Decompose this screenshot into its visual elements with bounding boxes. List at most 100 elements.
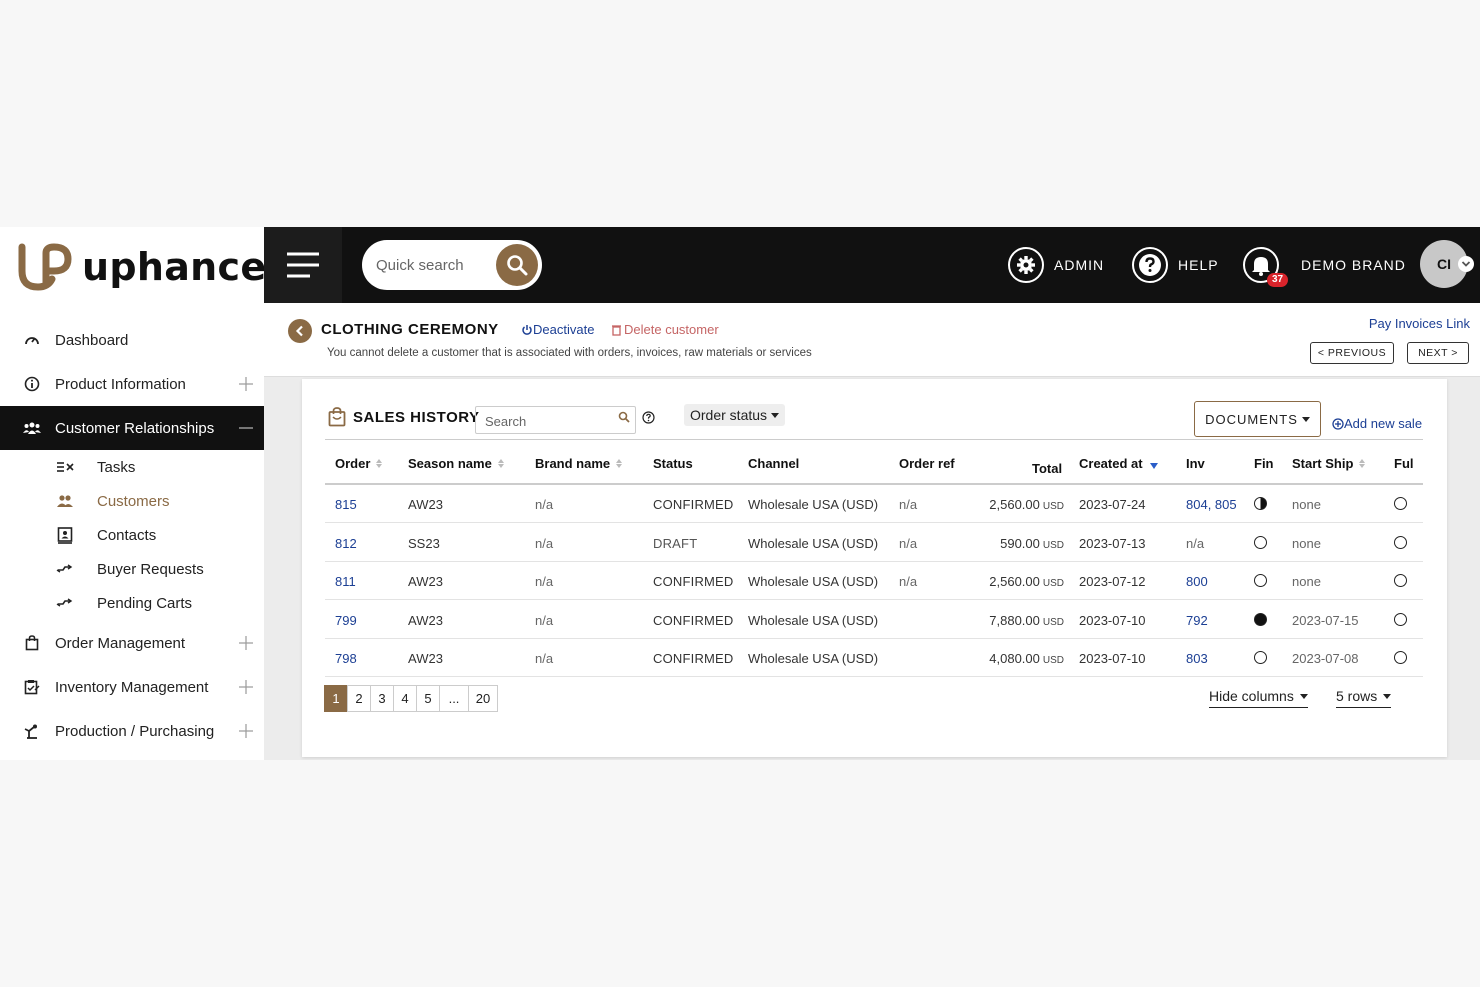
page-button[interactable]: 3 xyxy=(370,685,394,712)
carts-icon xyxy=(56,594,74,612)
notifications-link[interactable]: 37 DEMO BRAND xyxy=(1243,245,1406,287)
order-number-link[interactable]: 815 xyxy=(335,497,357,512)
status-cell: CONFIRMED xyxy=(653,651,734,666)
quick-search-button[interactable] xyxy=(496,244,538,286)
invoice-link[interactable]: 803 xyxy=(1186,651,1208,666)
documents-button[interactable]: DOCUMENTS xyxy=(1194,401,1321,437)
order-number-link[interactable]: 799 xyxy=(335,613,357,628)
page-button[interactable]: 1 xyxy=(324,685,348,712)
search-icon xyxy=(507,255,528,276)
rows-per-page-dropdown[interactable]: 5 rows xyxy=(1336,688,1392,708)
order-status-dropdown[interactable]: Order status xyxy=(684,404,786,426)
sidebar-subitem-tasks[interactable]: Tasks xyxy=(0,450,264,484)
expand-plus-icon[interactable] xyxy=(238,723,254,739)
total-amount: 2,560.00 xyxy=(989,497,1040,512)
chevron-down-icon[interactable] xyxy=(1458,256,1474,272)
brand-cell: n/a xyxy=(535,574,554,589)
sidebar-item-inventory-management[interactable]: Inventory Management xyxy=(0,665,264,709)
order-number-link[interactable]: 811 xyxy=(335,574,356,589)
sidebar-subitem-customers[interactable]: Customers xyxy=(0,484,264,518)
hamburger-icon xyxy=(287,252,319,278)
next-button[interactable]: NEXT > xyxy=(1407,342,1469,364)
sidebar-item-dashboard[interactable]: Dashboard xyxy=(0,318,264,362)
sidebar-item-customer-relationships[interactable]: Customer Relationships xyxy=(0,406,264,450)
sort-desc-icon xyxy=(1149,462,1158,469)
column-header-channel[interactable]: Channel xyxy=(748,456,799,471)
ful-empty-icon xyxy=(1394,574,1407,587)
hide-columns-dropdown[interactable]: Hide columns xyxy=(1209,688,1308,708)
question-circle-icon[interactable] xyxy=(642,411,655,424)
sidebar-item-order-management[interactable]: Order Management xyxy=(0,621,264,665)
column-header-start-ship[interactable]: Start Ship xyxy=(1292,456,1366,471)
avatar-initials: CI xyxy=(1437,256,1451,272)
invoice-link[interactable]: 800 xyxy=(1186,574,1208,589)
column-header-inv[interactable]: Inv xyxy=(1186,456,1205,471)
sidebar-subitem-pending-carts[interactable]: Pending Carts xyxy=(0,586,264,620)
order-number-link[interactable]: 812 xyxy=(335,536,357,551)
column-header-fin[interactable]: Fin xyxy=(1254,456,1274,471)
users-icon xyxy=(22,418,42,438)
uphance-logo-icon xyxy=(18,243,72,291)
column-header-brand[interactable]: Brand name xyxy=(535,456,623,471)
delete-customer-link[interactable]: Delete customer xyxy=(611,322,719,337)
page-button[interactable]: 4 xyxy=(393,685,417,712)
created-at-cell: 2023-07-12 xyxy=(1079,574,1146,589)
deactivate-link[interactable]: Deactivate xyxy=(521,322,594,337)
expand-plus-icon[interactable] xyxy=(238,376,254,392)
invoice-link[interactable]: 804, 805 xyxy=(1186,497,1237,512)
column-label: Fin xyxy=(1254,456,1274,471)
admin-link[interactable]: ADMIN xyxy=(1008,245,1104,285)
total-cell: 7,880.00 USD xyxy=(944,613,1064,628)
column-header-ful[interactable]: Ful xyxy=(1394,456,1414,471)
help-link[interactable]: HELP xyxy=(1132,245,1219,285)
column-header-order[interactable]: Order xyxy=(335,456,383,471)
table-row[interactable]: 811 AW23 n/a CONFIRMED Wholesale USA (USD) n/… xyxy=(325,562,1423,600)
previous-button[interactable]: < PREVIOUS xyxy=(1310,342,1394,364)
admin-label: ADMIN xyxy=(1054,257,1105,273)
currency-suffix: USD xyxy=(1042,501,1064,512)
expand-plus-icon[interactable] xyxy=(238,679,254,695)
fin-empty-icon xyxy=(1254,651,1267,664)
pay-invoices-link[interactable]: Pay Invoices Link xyxy=(1369,316,1470,331)
start-ship-cell: 2023-07-08 xyxy=(1292,651,1359,666)
table-row[interactable]: 799 AW23 n/a CONFIRMED Wholesale USA (USD) 7,… xyxy=(325,601,1423,639)
expand-plus-icon[interactable] xyxy=(238,635,254,651)
sidebar-item-production-purchasing[interactable]: Production / Purchasing xyxy=(0,709,264,753)
page-button[interactable]: ... xyxy=(439,685,469,712)
total-cell: 2,560.00 USD xyxy=(944,574,1064,589)
brand-cell: n/a xyxy=(535,651,554,666)
status-cell: DRAFT xyxy=(653,535,698,551)
logo[interactable]: uphance xyxy=(18,237,266,297)
back-button[interactable] xyxy=(288,319,312,343)
page-button[interactable]: 2 xyxy=(347,685,371,712)
invoice-link[interactable]: 792 xyxy=(1186,613,1208,628)
gear-icon xyxy=(1008,247,1044,283)
quick-search-input[interactable] xyxy=(376,252,494,278)
column-label: Start Ship xyxy=(1292,456,1354,471)
sort-icon xyxy=(1359,459,1366,468)
sales-search-input[interactable] xyxy=(485,412,610,430)
column-header-status[interactable]: Status xyxy=(653,456,693,471)
column-header-total[interactable]: Total xyxy=(1032,461,1062,476)
column-header-order-ref[interactable]: Order ref xyxy=(899,456,955,471)
channel-cell: Wholesale USA (USD) xyxy=(748,574,879,589)
collapse-minus-icon[interactable] xyxy=(238,420,254,436)
order-number-link[interactable]: 798 xyxy=(335,651,357,666)
column-header-season[interactable]: Season name xyxy=(408,456,504,471)
delete-restriction-note: You cannot delete a customer that is ass… xyxy=(327,347,812,359)
add-new-sale-link[interactable]: Add new sale xyxy=(1332,416,1422,431)
search-icon[interactable] xyxy=(618,411,630,423)
sidebar-item-product-information[interactable]: Product Information xyxy=(0,362,264,406)
table-row[interactable]: 812 SS23 n/a DRAFT Wholesale USA (USD) n/a 590… xyxy=(325,524,1423,562)
page-button[interactable]: 5 xyxy=(416,685,440,712)
hamburger-menu-button[interactable] xyxy=(264,227,342,303)
column-label: Brand name xyxy=(535,456,611,471)
status-cell: CONFIRMED xyxy=(653,574,734,589)
shopping-bag-icon xyxy=(328,407,346,427)
page-button[interactable]: 20 xyxy=(468,685,498,712)
column-header-created-at[interactable]: Created at xyxy=(1079,456,1158,471)
table-row[interactable]: 798 AW23 n/a CONFIRMED Wholesale USA (USD) 4,… xyxy=(325,639,1423,677)
sidebar-subitem-contacts[interactable]: Contacts xyxy=(0,518,264,552)
sidebar-subitem-buyer-requests[interactable]: Buyer Requests xyxy=(0,552,264,586)
table-row[interactable]: 815 AW23 n/a CONFIRMED Wholesale USA (USD) n/… xyxy=(325,485,1423,523)
